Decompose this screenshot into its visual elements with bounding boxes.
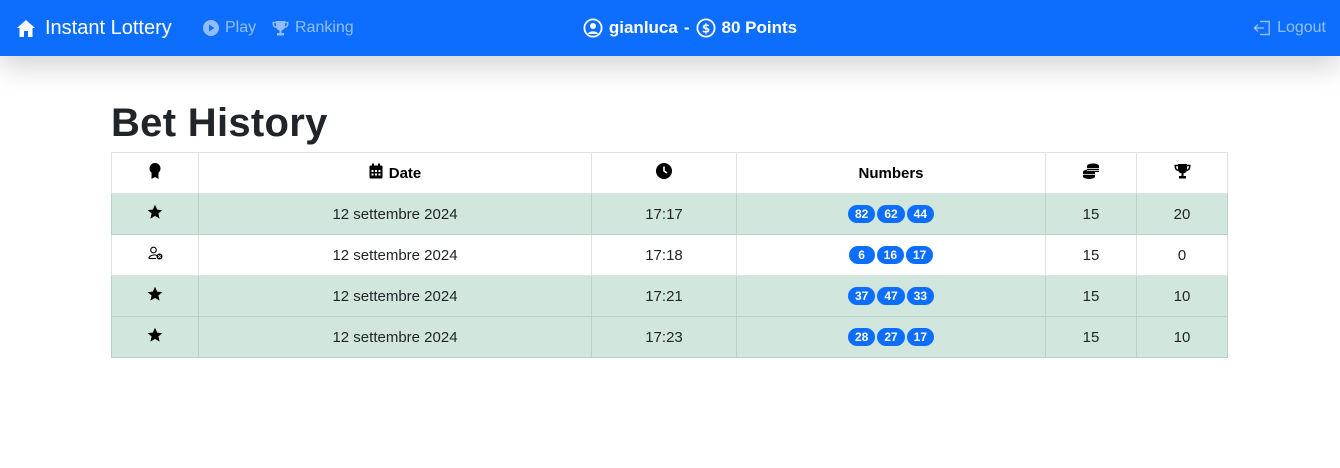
number-badge: 16 [876, 246, 904, 264]
header-numbers: Numbers [736, 152, 1046, 194]
header-cost [1045, 152, 1137, 194]
table-row: 12 settembre 2024 17:23 28 27 17 15 10 [111, 316, 1228, 358]
header-prize [1136, 152, 1228, 194]
cell-time: 17:23 [591, 316, 737, 358]
cell-time: 17:17 [591, 193, 737, 235]
cell-date: 12 settembre 2024 [198, 275, 592, 317]
calendar-icon [369, 163, 383, 183]
cell-status [111, 316, 199, 358]
header-status [111, 152, 199, 194]
cell-numbers: 6 16 17 [736, 234, 1046, 276]
cell-cost: 15 [1045, 193, 1137, 235]
username: gianluca [608, 18, 678, 37]
coin-icon: $ [696, 18, 716, 38]
table-row: 12 settembre 2024 17:21 37 47 33 15 10 [111, 275, 1228, 317]
user-separator: - [683, 18, 690, 37]
number-badge: 28 [847, 328, 876, 346]
points-value: 80 Points [721, 18, 798, 37]
number-badge: 47 [877, 287, 905, 305]
logout-icon [1253, 20, 1271, 36]
cell-prize: 10 [1136, 316, 1228, 358]
table-row: 12 settembre 2024 17:18 6 16 17 15 0 [111, 234, 1228, 276]
number-badge: 33 [906, 287, 935, 305]
cell-cost: 15 [1045, 275, 1137, 317]
number-badge: 62 [877, 205, 905, 223]
coins-icon [1082, 163, 1100, 183]
star-icon [147, 327, 163, 347]
cell-date: 12 settembre 2024 [198, 316, 592, 358]
user-info: gianluca - $ 80 Points [0, 0, 1340, 56]
person-circle-icon [583, 18, 603, 38]
trophy-icon [1173, 163, 1191, 183]
cell-cost: 15 [1045, 316, 1137, 358]
table-header-row: Date Numbers [111, 152, 1228, 194]
header-date-label: Date [388, 164, 422, 182]
star-icon [147, 204, 163, 224]
number-badge: 17 [906, 328, 935, 346]
header-time [591, 152, 737, 194]
cell-time: 17:21 [591, 275, 737, 317]
table-body: 12 settembre 2024 17:17 82 62 44 15 20 12 sette… [111, 193, 1228, 358]
page-title: Bet History [111, 101, 328, 145]
cell-numbers: 37 47 33 [736, 275, 1046, 317]
cell-date: 12 settembre 2024 [198, 234, 592, 276]
cell-status [111, 193, 199, 235]
bet-history-table: Date Numbers 12 settembre 2024 17:17 82 … [111, 152, 1228, 358]
top-navbar: Instant Lottery Play Ranking gianluca - … [0, 0, 1340, 56]
number-badge: 82 [847, 205, 876, 223]
cell-numbers: 28 27 17 [736, 316, 1046, 358]
number-badge: 37 [847, 287, 876, 305]
cell-prize: 0 [1136, 234, 1228, 276]
number-badge: 44 [906, 205, 935, 223]
cell-cost: 15 [1045, 234, 1137, 276]
cell-numbers: 82 62 44 [736, 193, 1046, 235]
number-badge: 17 [906, 246, 934, 264]
header-date: Date [198, 152, 592, 194]
person-x-icon [147, 246, 163, 264]
cell-prize: 10 [1136, 275, 1228, 317]
clock-icon [656, 163, 672, 183]
cell-status [111, 275, 199, 317]
cell-prize: 20 [1136, 193, 1228, 235]
table-row: 12 settembre 2024 17:17 82 62 44 15 20 [111, 193, 1228, 235]
svg-text:$: $ [701, 22, 709, 36]
logout-label: Logout [1277, 19, 1326, 36]
number-badge: 27 [877, 328, 905, 346]
cell-date: 12 settembre 2024 [198, 193, 592, 235]
star-icon [147, 286, 163, 306]
number-badge: 6 [848, 246, 875, 264]
award-icon [148, 162, 162, 184]
cell-status [111, 234, 199, 276]
cell-time: 17:18 [591, 234, 737, 276]
header-numbers-label: Numbers [858, 164, 924, 182]
logout-link[interactable]: Logout [1253, 0, 1326, 56]
